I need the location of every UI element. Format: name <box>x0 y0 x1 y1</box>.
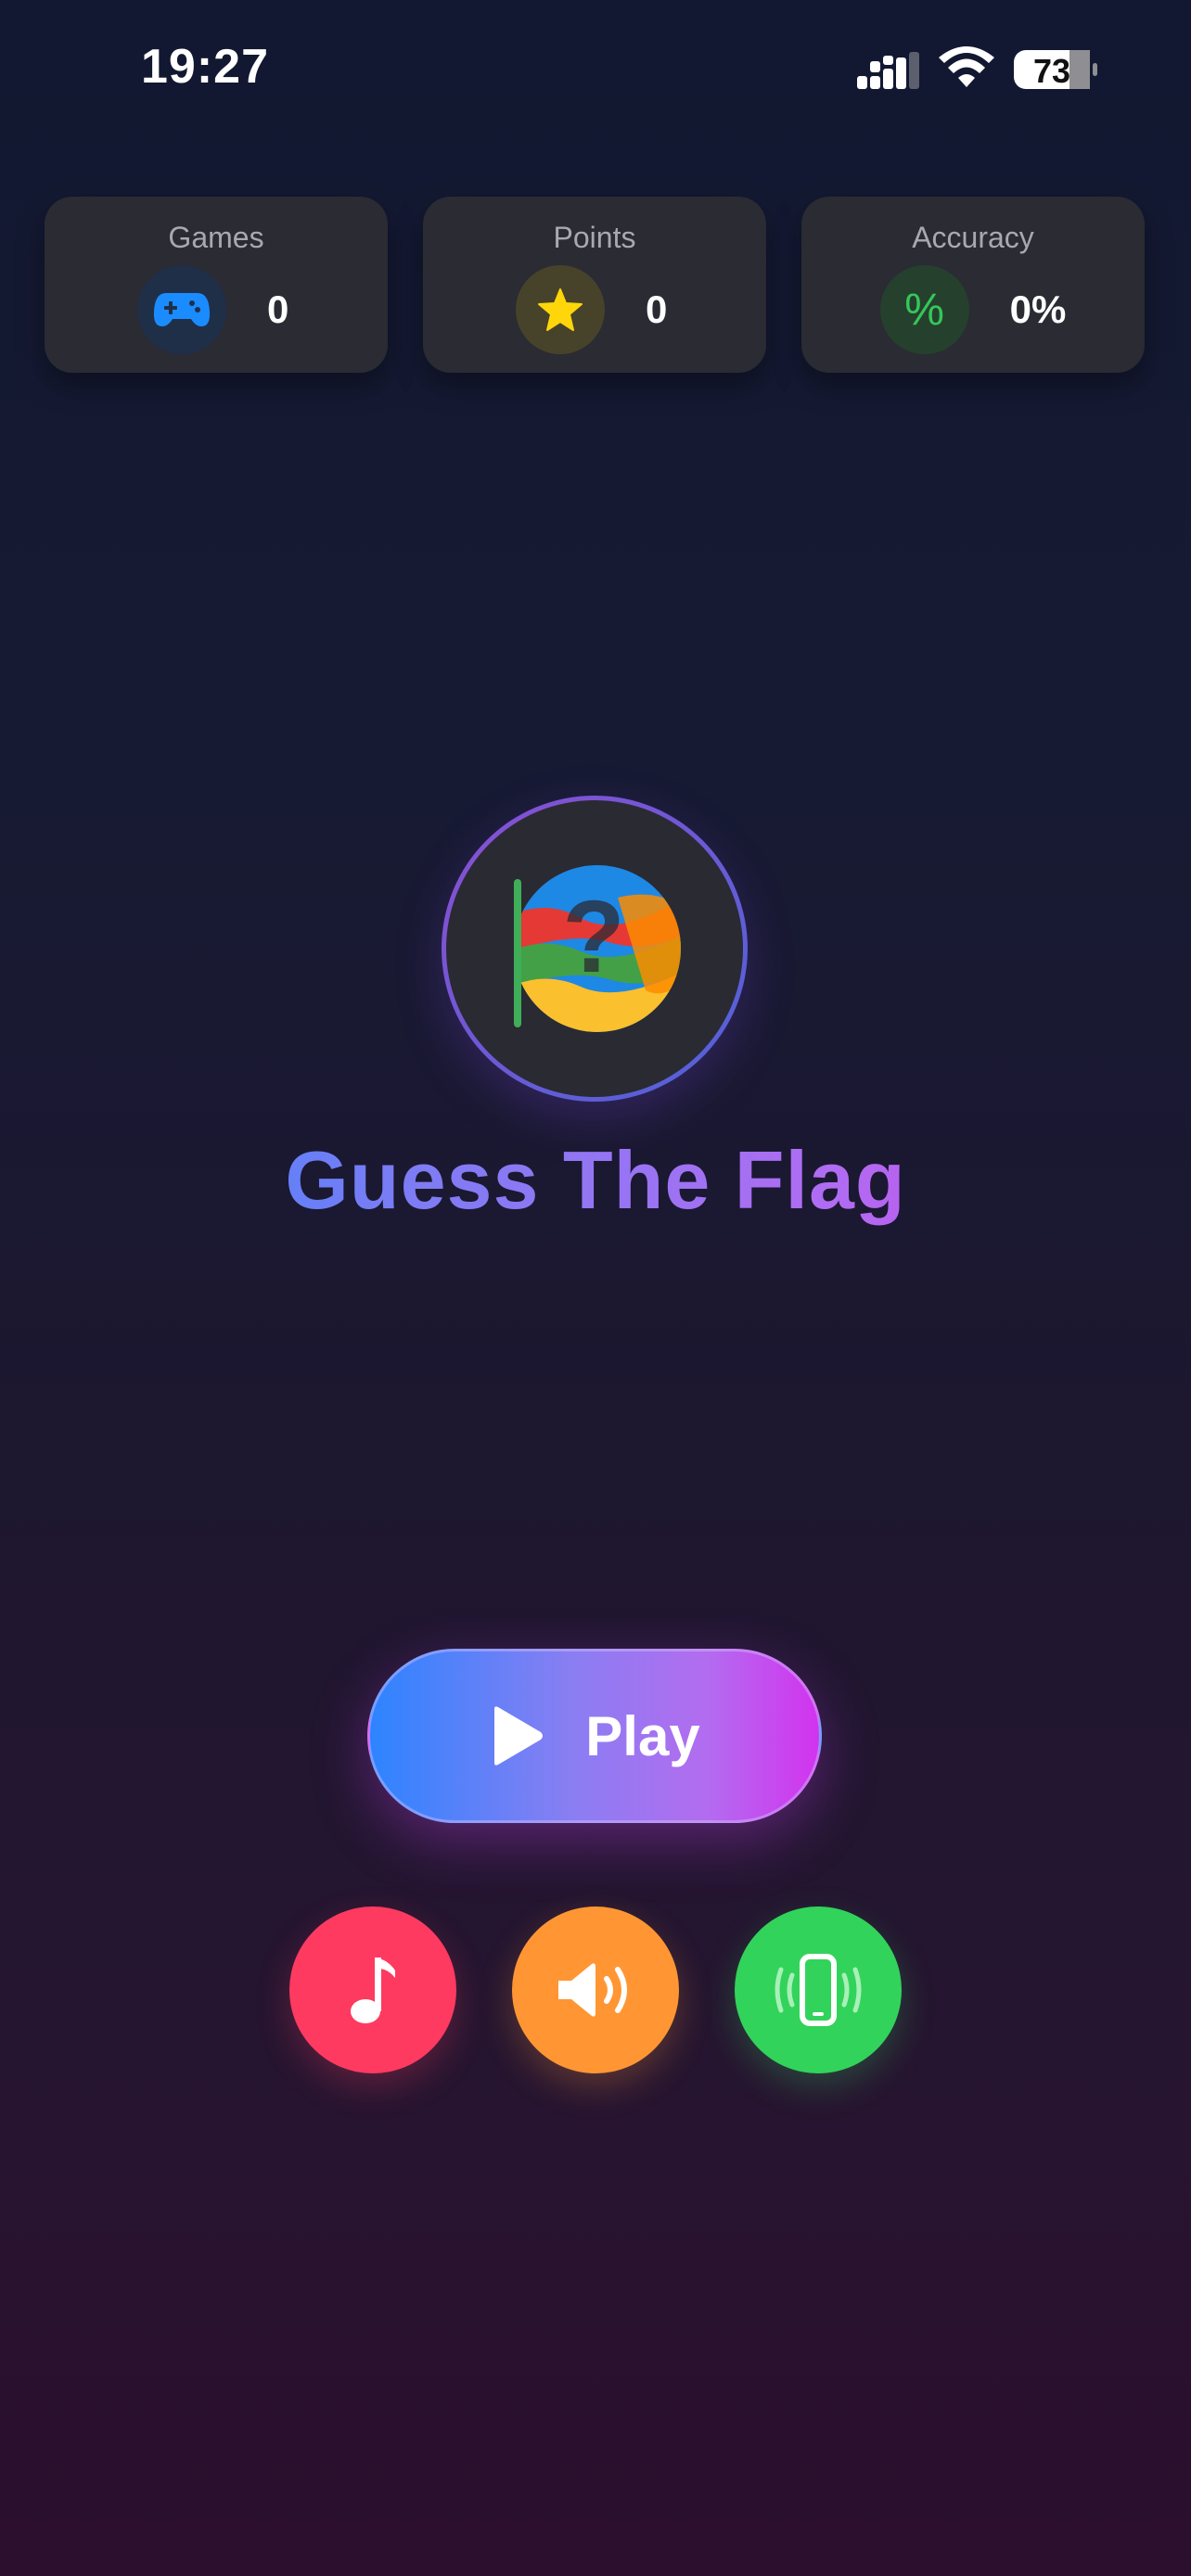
stat-label: Games <box>168 221 264 254</box>
flag-question-icon: ? <box>514 865 681 1032</box>
stat-value-games: 0 <box>267 287 289 331</box>
sound-toggle-button[interactable] <box>512 1906 679 2073</box>
music-toggle-button[interactable] <box>289 1906 456 2073</box>
percent-glyph: % <box>904 285 944 335</box>
app-logo: ? <box>442 796 748 1102</box>
play-button[interactable]: Play <box>367 1649 822 1823</box>
status-bar: 19:27 73 <box>0 0 1191 139</box>
stat-label: Points <box>553 221 636 254</box>
play-button-label: Play <box>585 1704 700 1767</box>
percent-icon: % <box>879 265 969 354</box>
cellular-signal-icon <box>857 52 919 89</box>
star-icon <box>516 265 605 354</box>
battery-percent: 73 <box>1032 52 1071 90</box>
wifi-icon <box>939 46 994 87</box>
stat-card-points: Points 0 <box>423 197 766 373</box>
vibration-toggle-button[interactable] <box>735 1906 902 2073</box>
music-note-icon <box>351 1958 395 2023</box>
stat-card-accuracy: Accuracy % 0% <box>801 197 1145 373</box>
play-icon <box>494 1706 544 1766</box>
phone-vibrate-icon <box>775 1954 862 2026</box>
stat-value-accuracy: 0% <box>1009 287 1067 331</box>
battery-indicator: 73 <box>1013 48 1098 91</box>
page-title: Guess The Flag <box>0 1133 1191 1228</box>
question-mark: ? <box>562 880 624 994</box>
stats-bar: Games 0 Points 0 Accuracy % 0% <box>45 197 1146 373</box>
stat-label: Accuracy <box>912 221 1034 254</box>
stat-card-games: Games 0 <box>45 197 388 373</box>
gamepad-icon <box>137 265 226 354</box>
status-time: 19:27 <box>141 40 269 94</box>
speaker-icon <box>558 1963 627 2017</box>
stat-value-points: 0 <box>646 287 668 331</box>
